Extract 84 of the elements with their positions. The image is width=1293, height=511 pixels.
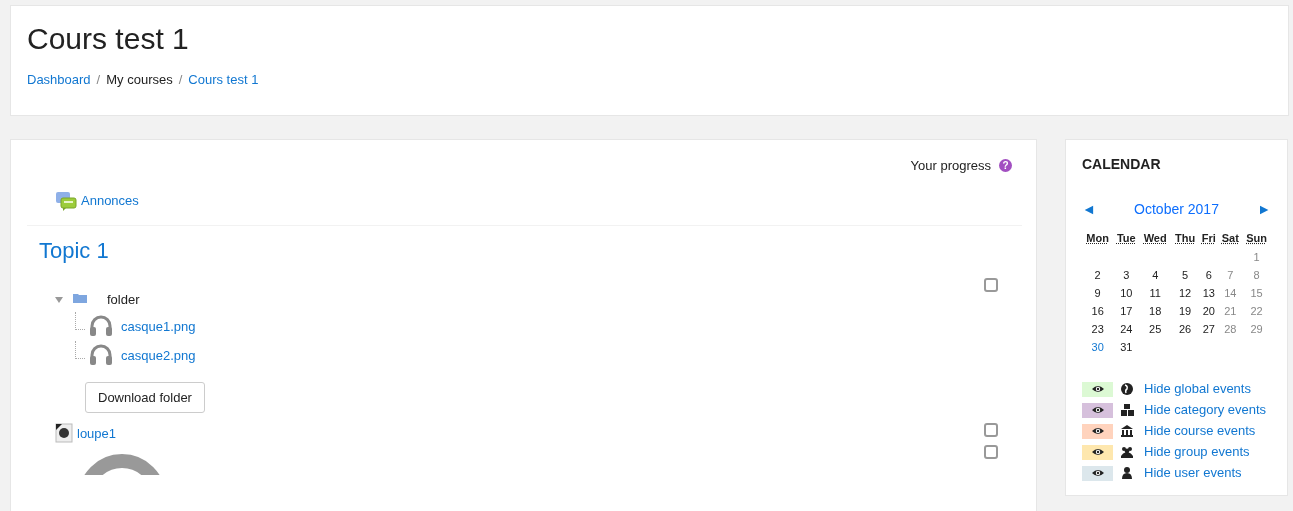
calendar-day[interactable]: 19 (1178, 305, 1192, 318)
calendar-day[interactable]: 8 (1253, 269, 1260, 282)
block-title: CALENDAR (1082, 155, 1162, 174)
calendar-day[interactable]: 23 (1091, 323, 1104, 336)
breadcrumb-link[interactable]: Cours test 1 (188, 70, 259, 90)
completion-checkbox[interactable] (984, 423, 998, 438)
event-visibility-toggle[interactable] (1082, 423, 1113, 439)
previous-month-link[interactable]: ◄ (1082, 199, 1096, 220)
calendar-day[interactable]: 6 (1205, 269, 1212, 282)
calendar-day[interactable]: 14 (1224, 287, 1237, 300)
weekday-header: Sun (1246, 232, 1267, 244)
calendar-day[interactable]: 11 (1149, 287, 1161, 300)
calendar-day[interactable]: 17 (1120, 305, 1133, 318)
breadcrumb-separator: / (96, 71, 101, 89)
event-visibility-toggle[interactable] (1082, 402, 1113, 418)
eye-icon (1090, 405, 1105, 415)
calendar-day[interactable]: 3 (1123, 269, 1130, 282)
calendar-day[interactable]: 18 (1149, 305, 1162, 318)
section-title[interactable]: Topic 1 (39, 237, 1020, 264)
calendar-day[interactable]: 24 (1120, 323, 1133, 336)
cubes-icon (1121, 404, 1134, 416)
breadcrumb-item: My courses (106, 71, 173, 89)
weekday-header: Mon (1086, 232, 1109, 244)
headphones-icon (89, 315, 113, 338)
eye-icon (1090, 468, 1105, 478)
completion-checkbox[interactable] (984, 445, 998, 460)
globe-icon (1121, 383, 1134, 395)
event-filter-link[interactable]: Hide course events (1144, 421, 1256, 441)
month-title[interactable]: October 2017 (1134, 199, 1219, 220)
next-month-link[interactable]: ► (1257, 199, 1271, 220)
calendar-day[interactable]: 25 (1149, 323, 1162, 336)
calendar-day[interactable]: 28 (1224, 323, 1237, 336)
course-title: Cours test 1 (27, 22, 190, 56)
bank-icon (1121, 425, 1134, 437)
help-icon[interactable]: ? (999, 159, 1012, 173)
calendar-day[interactable]: 2 (1094, 269, 1101, 282)
event-visibility-toggle[interactable] (1082, 465, 1113, 481)
folder-icon (73, 292, 87, 304)
calendar-day[interactable]: 26 (1178, 323, 1192, 336)
calendar-day[interactable]: 9 (1094, 287, 1101, 300)
calendar-day[interactable]: 5 (1182, 269, 1189, 282)
calendar-day[interactable]: 27 (1202, 323, 1215, 336)
headphones-icon (89, 344, 113, 367)
eye-icon (1090, 447, 1105, 457)
calendar-day[interactable]: 29 (1250, 323, 1263, 336)
weekday-header: Sat (1221, 232, 1239, 244)
calendar-day[interactable]: 15 (1250, 287, 1263, 300)
calendar-day[interactable]: 21 (1224, 305, 1237, 318)
event-visibility-toggle[interactable] (1082, 381, 1113, 397)
completion-checkbox[interactable] (984, 277, 998, 292)
users-icon (1121, 446, 1134, 458)
event-filter-link[interactable]: Hide category events (1144, 400, 1267, 420)
eye-icon (1090, 426, 1105, 436)
eye-icon (1090, 384, 1105, 394)
weekday-header: Fri (1201, 232, 1216, 244)
calendar-day[interactable]: 4 (1152, 269, 1159, 282)
weekday-header: Wed (1143, 232, 1167, 244)
event-filter-link[interactable]: Hide group events (1144, 442, 1250, 462)
file-link[interactable]: casque1.png (121, 316, 196, 337)
folder-name[interactable]: folder (107, 290, 140, 310)
calendar-day[interactable]: 20 (1202, 305, 1215, 318)
breadcrumb-link[interactable]: Dashboard (27, 70, 91, 90)
calendar-day[interactable]: 22 (1250, 305, 1263, 318)
weekday-header: Tue (1116, 232, 1136, 244)
breadcrumb-separator: / (178, 71, 183, 89)
calendar-day[interactable]: 16 (1091, 305, 1104, 318)
file-link[interactable]: casque2.png (121, 345, 196, 366)
activity-link[interactable]: loupe1 (77, 423, 117, 444)
calendar-day[interactable]: 12 (1178, 287, 1192, 300)
calendar-day[interactable]: 7 (1227, 269, 1234, 282)
calendar-day[interactable]: 30 (1091, 341, 1104, 354)
calendar-day[interactable]: 13 (1202, 287, 1215, 300)
calendar-day[interactable]: 31 (1120, 341, 1133, 354)
event-filter-link[interactable]: Hide user events (1144, 463, 1242, 483)
weekday-header: Thu (1175, 232, 1196, 244)
event-filter-link[interactable]: Hide global events (1144, 379, 1251, 399)
event-visibility-toggle[interactable] (1082, 444, 1113, 460)
calendar-day[interactable]: 1 (1253, 251, 1260, 264)
activity-link[interactable]: Annonces (81, 190, 139, 211)
chat-bubbles-icon (55, 190, 77, 211)
download-folder-button[interactable]: Download folder (85, 381, 205, 414)
progress-label: Your progress (910, 157, 991, 175)
user-icon (1121, 467, 1134, 479)
calendar-day[interactable]: 10 (1120, 287, 1133, 300)
